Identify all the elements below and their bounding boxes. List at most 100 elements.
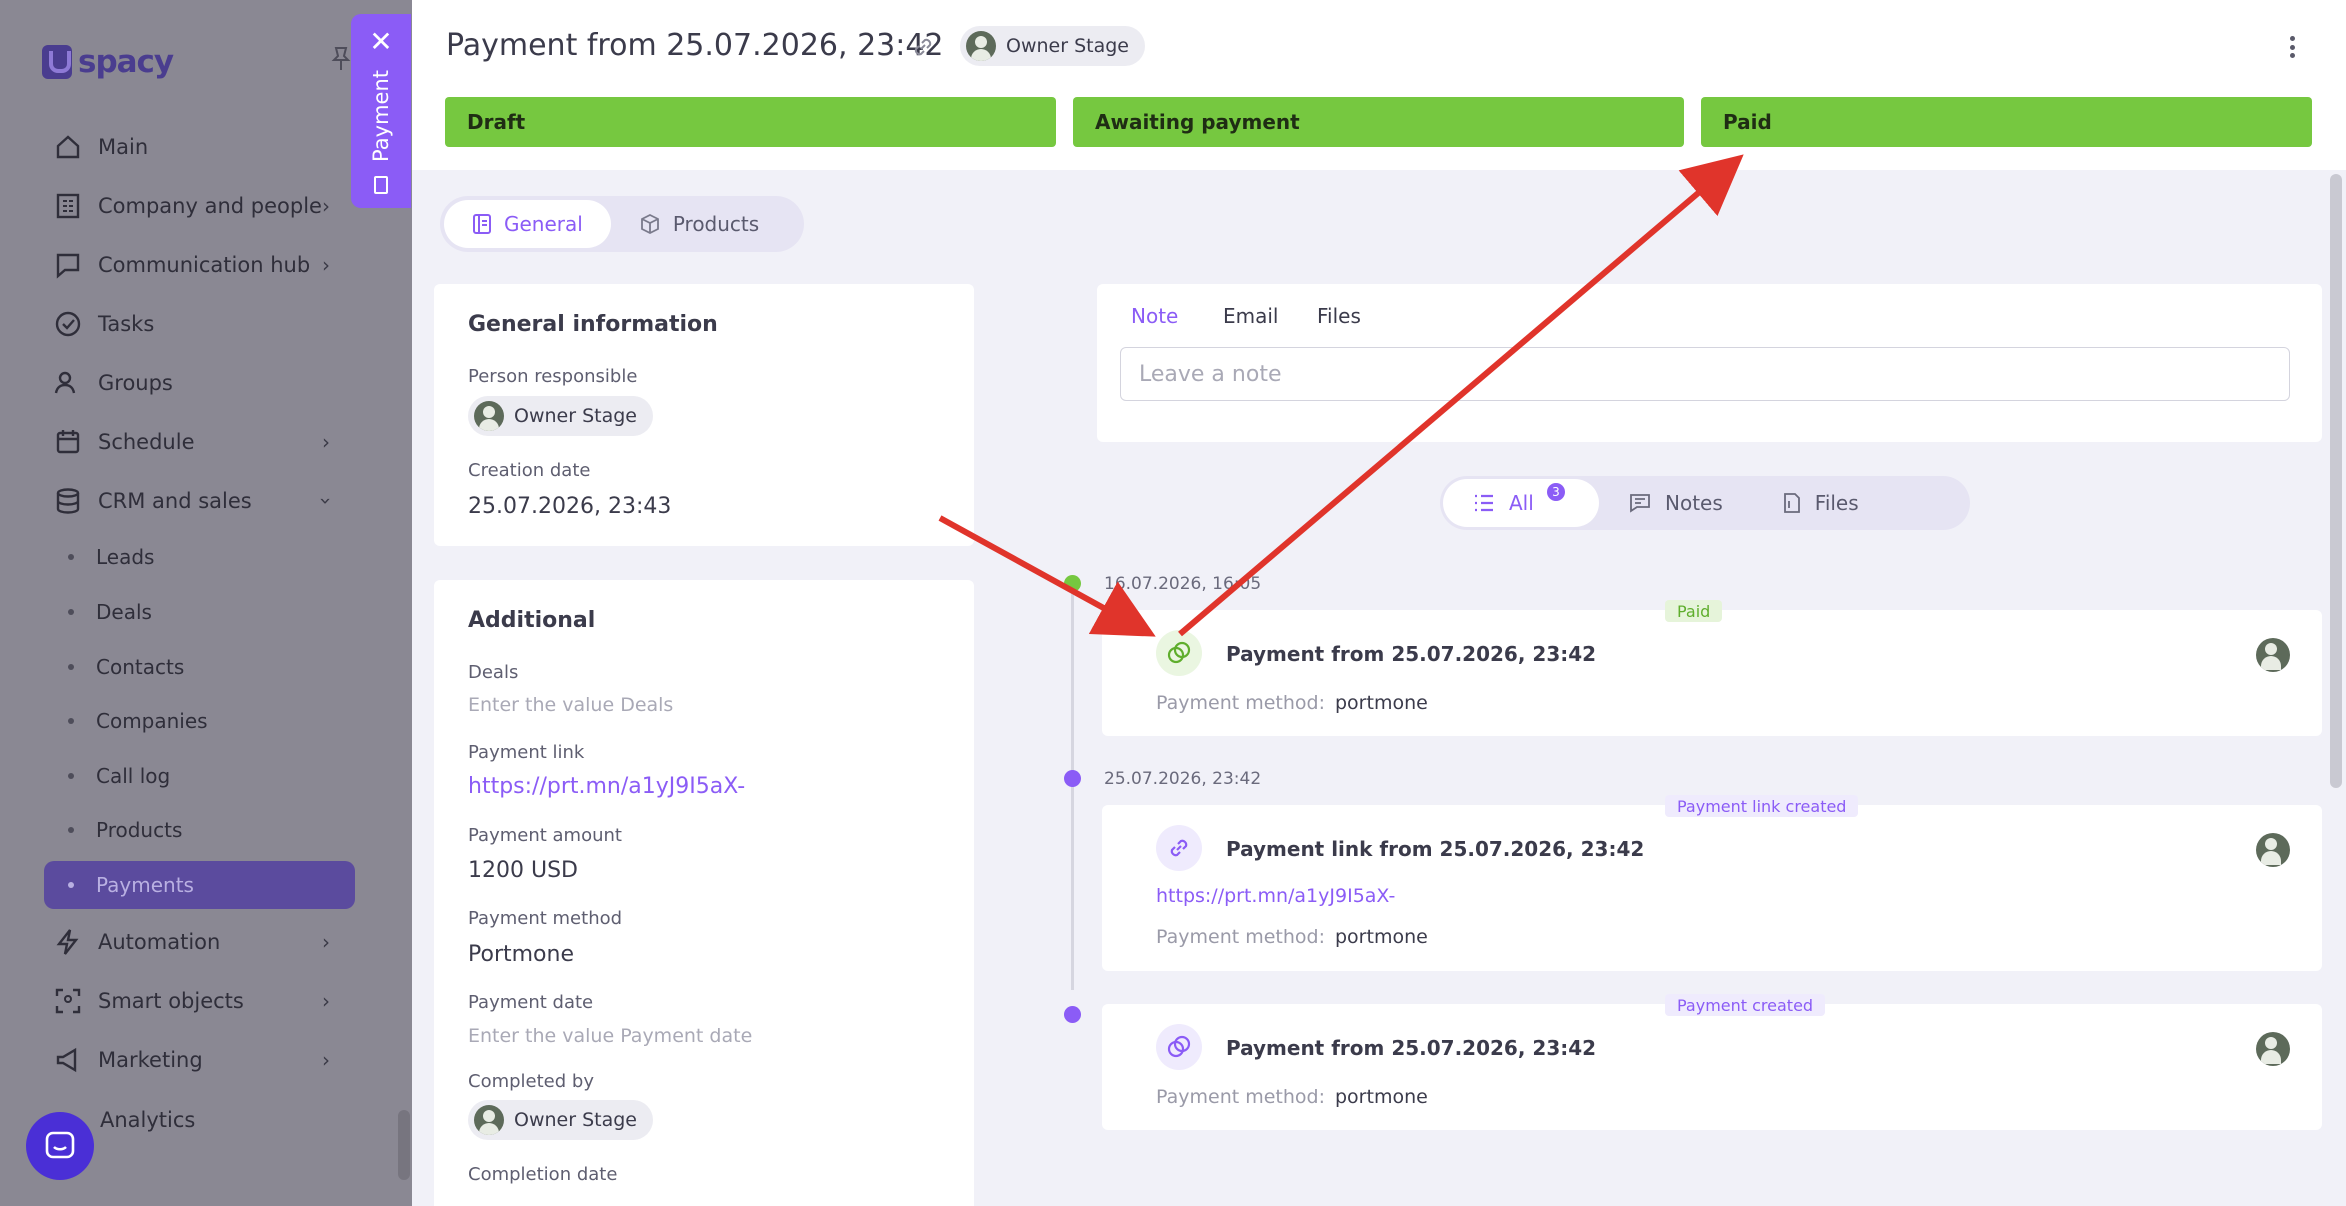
bullet-icon xyxy=(68,609,74,615)
timeline-entry-meta: Payment method: portmone xyxy=(1156,692,1428,714)
panel-scrollbar[interactable] xyxy=(2330,174,2342,788)
stage-awaiting-payment[interactable]: Awaiting payment xyxy=(1073,97,1684,147)
sidebar-subitem-payments[interactable]: Payments xyxy=(44,861,355,909)
sidebar-item-label: Tasks xyxy=(98,312,155,336)
deals-field[interactable]: Enter the value Deals xyxy=(468,694,673,716)
bullet-icon xyxy=(68,827,74,833)
field-label: Creation date xyxy=(468,460,591,481)
bullet-icon xyxy=(68,882,74,888)
timeline-entry-payment-created[interactable]: Payment from 25.07.2026, 23:42 Payment m… xyxy=(1102,1004,2322,1130)
field-label: Completed by xyxy=(468,1071,594,1092)
timeline-entry-title: Payment link from 25.07.2026, 23:42 xyxy=(1226,837,1645,861)
field-label: Completion date xyxy=(468,1164,618,1185)
tab-products[interactable]: Products xyxy=(611,200,787,248)
timeline-entry-link[interactable]: https://prt.mn/a1yJ9I5aX- xyxy=(1156,885,1395,907)
close-icon[interactable]: ✕ xyxy=(369,28,392,56)
sidebar-item-schedule[interactable]: Schedule › xyxy=(52,422,330,462)
sidebar-item-automation[interactable]: Automation › xyxy=(52,922,330,962)
meta-value: portmone xyxy=(1335,1086,1428,1108)
lightning-icon xyxy=(52,926,84,958)
sidebar-item-label: Main xyxy=(98,135,149,159)
sidebar-subitem-contacts[interactable]: Contacts xyxy=(68,650,184,684)
sidebar-item-communication-hub[interactable]: Communication hub › xyxy=(52,245,330,285)
person-name: Owner Stage xyxy=(514,405,637,427)
sidebar-subitem-label: Contacts xyxy=(96,655,185,679)
pin-icon[interactable] xyxy=(330,46,352,72)
filter-notes[interactable]: Notes xyxy=(1599,479,1753,527)
filter-all[interactable]: All 3 xyxy=(1443,479,1599,527)
sidebar-scrollbar[interactable] xyxy=(398,1110,410,1180)
stage-paid[interactable]: Paid xyxy=(1701,97,2312,147)
chevron-right-icon: › xyxy=(322,989,330,1013)
sidebar-item-company-and-people[interactable]: Company and people › xyxy=(52,186,330,226)
bullet-icon xyxy=(68,554,74,560)
completed-by-chip[interactable]: Owner Stage xyxy=(468,1100,653,1140)
comment-icon xyxy=(1630,494,1650,513)
link-icon[interactable] xyxy=(910,34,936,60)
sidebar-subitem-label: Payments xyxy=(96,873,194,897)
payment-side-tab[interactable]: ✕ Payment xyxy=(351,14,411,208)
sidebar-subitem-companies[interactable]: Companies xyxy=(68,704,208,738)
filter-files[interactable]: Files xyxy=(1753,479,1889,527)
status-tag-link-created: Payment link created xyxy=(1665,795,1859,817)
completed-by-name: Owner Stage xyxy=(514,1109,637,1131)
payment-link[interactable]: https://prt.mn/a1yJ9I5aX- xyxy=(468,774,745,799)
sidebar-subitem-deals[interactable]: Deals xyxy=(68,595,152,629)
check-circle-icon xyxy=(52,308,84,340)
meta-value: portmone xyxy=(1335,926,1428,948)
more-options-icon[interactable] xyxy=(2282,32,2302,62)
building-icon xyxy=(52,190,84,222)
sidebar-item-analytics[interactable]: Analytics xyxy=(100,1100,195,1140)
avatar xyxy=(2256,1032,2290,1066)
list-icon xyxy=(1475,494,1493,512)
sidebar-subitem-label: Leads xyxy=(96,545,155,569)
timeline-entry-meta: Payment method: portmone xyxy=(1156,1086,1428,1108)
sidebar-item-label: Marketing xyxy=(98,1048,203,1072)
tab-label: General xyxy=(504,212,583,236)
filter-label: Notes xyxy=(1665,491,1723,515)
composer-tab-email[interactable]: Email xyxy=(1223,304,1279,328)
payment-amount-value: 1200 USD xyxy=(468,858,578,883)
owner-name: Owner Stage xyxy=(1006,35,1129,57)
sidebar-item-tasks[interactable]: Tasks xyxy=(52,304,154,344)
person-responsible-chip[interactable]: Owner Stage xyxy=(468,396,653,436)
brand-name: spacy xyxy=(78,44,174,80)
chat-support-button[interactable] xyxy=(26,1112,94,1180)
scan-icon xyxy=(52,985,84,1017)
note-input[interactable] xyxy=(1120,347,2290,401)
avatar xyxy=(966,31,996,61)
timeline-entry-title: Payment from 25.07.2026, 23:42 xyxy=(1226,1036,1597,1060)
tab-general[interactable]: General xyxy=(444,200,611,248)
sidebar-item-label: Smart objects xyxy=(98,989,244,1013)
payment-date-field[interactable]: Enter the value Payment date xyxy=(468,1025,752,1047)
meta-label: Payment method: xyxy=(1156,692,1325,714)
tab-label: Products xyxy=(672,212,760,236)
sidebar-item-marketing[interactable]: Marketing › xyxy=(52,1040,330,1080)
avatar xyxy=(2256,638,2290,672)
document-icon xyxy=(374,176,388,194)
composer-tab-note[interactable]: Note xyxy=(1131,304,1178,328)
sidebar-item-label: Schedule xyxy=(98,430,195,454)
stage-draft[interactable]: Draft xyxy=(445,97,1056,147)
composer-tab-files[interactable]: Files xyxy=(1317,304,1361,328)
sidebar-item-main[interactable]: Main xyxy=(52,127,148,167)
timeline-date: 16.07.2026, 16:05 xyxy=(1104,574,1262,594)
sidebar-item-smart-objects[interactable]: Smart objects › xyxy=(52,981,330,1021)
timeline-entry-link-created[interactable]: Payment link from 25.07.2026, 23:42 http… xyxy=(1102,805,2322,971)
additional-card: Additional Deals Enter the value Deals P… xyxy=(434,580,974,1206)
sidebar-item-crm-and-sales[interactable]: CRM and sales › xyxy=(52,481,338,521)
creation-date-value: 25.07.2026, 23:43 xyxy=(468,494,672,519)
sidebar-item-groups[interactable]: Groups xyxy=(52,363,173,403)
timeline-line xyxy=(1071,590,1074,990)
sidebar-subitem-products[interactable]: Products xyxy=(68,813,182,847)
sidebar-subitem-leads[interactable]: Leads xyxy=(68,540,154,574)
sidebar-subitem-call-log[interactable]: Call log xyxy=(68,759,170,793)
filter-label: All xyxy=(1509,491,1534,515)
document-list-icon xyxy=(473,214,491,234)
owner-chip[interactable]: Owner Stage xyxy=(960,26,1145,66)
chevron-right-icon: › xyxy=(322,1048,330,1072)
link-icon xyxy=(1156,825,1202,871)
timeline-entry-paid[interactable]: Payment from 25.07.2026, 23:42 Payment m… xyxy=(1102,610,2322,736)
calendar-icon xyxy=(52,426,84,458)
sidebar-item-label: Analytics xyxy=(100,1108,196,1132)
